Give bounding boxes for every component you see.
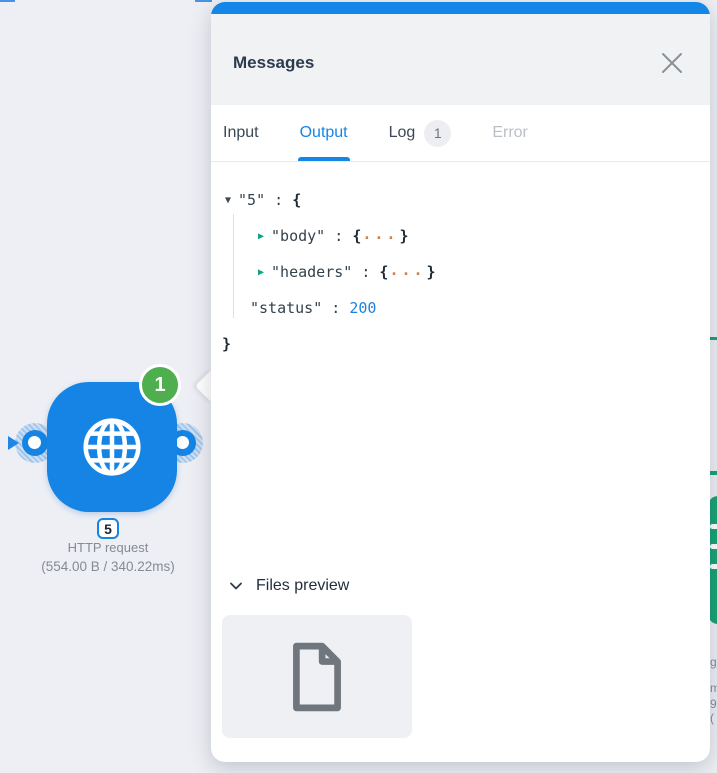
log-count-badge: 1 [424,119,452,147]
tab-log[interactable]: Log 1 [389,105,452,161]
node-stats: (554.00 B / 340.22ms) [41,559,175,574]
json-number-value: 200 [349,299,377,317]
node-order-badge: 5 [97,518,119,539]
files-preview-section: Files preview [211,573,710,738]
messages-panel: Messages Input Output Log 1 Error ▼ "5" … [211,2,710,762]
peek-node-icon-gap [710,524,717,529]
json-key: "status" [250,299,323,317]
tab-output[interactable]: Output [297,105,350,161]
run-count-badge[interactable]: 1 [139,364,181,406]
peek-node-label-fragment: g [710,655,717,669]
edge-outgoing [195,0,212,2]
json-separator: : [322,299,350,317]
json-open-brace: { [352,227,362,245]
json-key: "body" [271,227,326,245]
panel-title: Messages [233,52,315,72]
tab-input-label: Input [223,124,259,141]
collapse-toggle-icon[interactable]: ▼ [225,195,231,206]
json-key: "5" [238,191,266,209]
file-icon [293,642,341,711]
tab-log-label: Log [388,124,416,141]
tab-error-label: Error [492,124,528,141]
tab-input[interactable]: Input [223,105,259,161]
output-port-dot [176,436,189,449]
json-row-body: ▶ "body" : {...} [211,218,710,254]
peek-node-label-fragment: 9.( [710,697,717,725]
json-row-root: ▼ "5" : { [211,182,710,218]
file-preview-tile[interactable] [222,615,412,738]
expand-toggle-icon[interactable]: ▶ [258,267,264,278]
panel-header: Messages [211,14,710,105]
json-separator: : [352,263,380,281]
peek-edge-segment [710,337,717,340]
globe-icon [83,418,141,476]
json-close-brace: } [426,263,436,281]
close-button[interactable] [658,49,686,77]
tab-bar: Input Output Log 1 Error [211,105,710,162]
files-preview-toggle[interactable]: Files preview [211,573,710,599]
json-row-status: "status" : 200 [211,290,710,326]
input-port-dot [28,436,41,449]
expand-toggle-icon[interactable]: ▶ [258,231,264,242]
json-open-brace: { [292,191,302,209]
peek-node-icon-gap [710,544,717,549]
peek-node-label-fragment: m [710,681,717,695]
json-open-brace: { [379,263,389,281]
json-collapsed-dots[interactable]: ... [362,225,398,243]
node-title: HTTP request [67,540,149,555]
json-close-brace: } [222,335,232,353]
files-preview-label: Files preview [256,577,350,594]
json-row-close: } [211,326,710,362]
workflow-canvas: 1 5 HTTP request (554.00 B / 340.22ms) g… [0,0,717,773]
output-json-tree: ▼ "5" : { ▶ "body" : {...} ▶ "headers" :… [211,162,710,362]
tree-indent-guide [233,214,234,318]
json-collapsed-dots[interactable]: ... [389,261,425,279]
json-key: "headers" [271,263,353,281]
close-icon [662,52,682,73]
tab-output-label: Output [299,124,348,141]
json-close-brace: } [399,227,409,245]
peek-node-icon-gap [710,564,717,569]
panel-accent-bar [211,2,710,14]
json-separator: : [265,191,293,209]
json-separator: : [325,227,353,245]
json-row-headers: ▶ "headers" : {...} [211,254,710,290]
tab-error[interactable]: Error [492,105,528,161]
edge-incoming [0,0,15,2]
chevron-down-icon [230,582,242,590]
